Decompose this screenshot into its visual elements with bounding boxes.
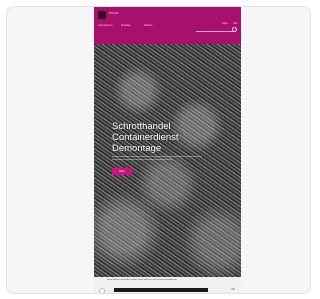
hero-cta-button[interactable]: Mehr (112, 168, 132, 175)
brand-name[interactable]: PRFM (109, 11, 118, 15)
cookie-text: Diese Website verwendet Cookies. Mehr er… (107, 279, 178, 281)
login-link[interactable]: Login (222, 22, 228, 25)
nav-item[interactable]: Produkte (121, 24, 137, 27)
hero-title: Schrotthandel Containerdienst Demontage (112, 121, 179, 154)
search-icon[interactable] (232, 27, 237, 32)
language-switch[interactable]: DE (234, 22, 237, 25)
logo-icon[interactable] (98, 11, 106, 19)
nav-item[interactable]: Karriere (144, 24, 160, 27)
hero-subtitle-lines (112, 156, 202, 164)
main-nav: Unternehmen Produkte Karriere (98, 24, 188, 27)
search-input[interactable] (196, 31, 236, 32)
mobile-viewport: PRFM Unternehmen Produkte Karriere Login… (94, 7, 241, 293)
cookie-settings-bar[interactable] (114, 288, 208, 292)
preview-card: PRFM Unternehmen Produkte Karriere Login… (6, 6, 311, 294)
site-header: PRFM Unternehmen Produkte Karriere Login… (94, 7, 241, 44)
cookie-checkbox-icon[interactable] (99, 288, 105, 293)
cookie-banner: Diese Website verwendet Cookies. Mehr er… (94, 277, 241, 293)
utility-nav: Login DE (222, 22, 237, 25)
nav-item[interactable]: Unternehmen (98, 24, 114, 27)
cookie-ok-button[interactable]: OK (232, 288, 235, 291)
